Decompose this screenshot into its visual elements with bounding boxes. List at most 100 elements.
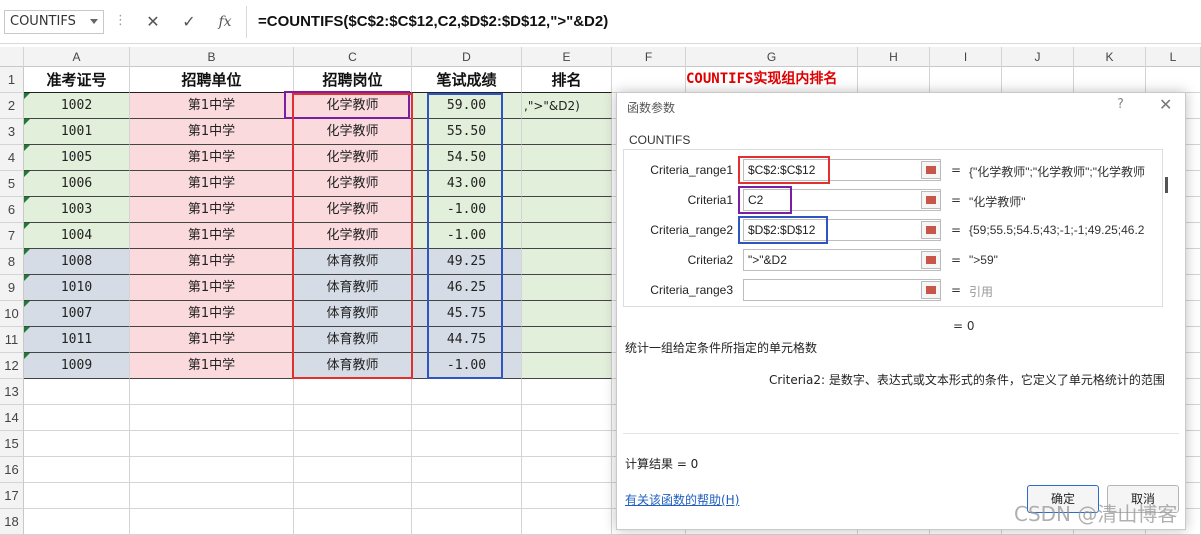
post-cell[interactable]: 化学教师 <box>294 119 412 145</box>
empty-cell[interactable] <box>24 379 130 405</box>
score-cell[interactable]: -1.00 <box>412 223 522 249</box>
rank-cell[interactable]: ,">"&D2) <box>522 93 612 119</box>
row-header-18[interactable]: 18 <box>0 509 24 535</box>
row-header-8[interactable]: 8 <box>0 249 24 275</box>
empty-cell[interactable] <box>294 509 412 535</box>
post-cell[interactable]: 体育教师 <box>294 301 412 327</box>
empty-cell[interactable] <box>412 431 522 457</box>
arg-input-2[interactable]: C2 <box>743 189 941 211</box>
score-cell[interactable]: 45.75 <box>412 301 522 327</box>
score-cell[interactable]: 46.25 <box>412 275 522 301</box>
post-cell[interactable]: 化学教师 <box>294 93 412 119</box>
row-header-14[interactable]: 14 <box>0 405 24 431</box>
unit-cell[interactable]: 第1中学 <box>130 327 294 353</box>
unit-cell[interactable]: 第1中学 <box>130 119 294 145</box>
id-cell[interactable]: 1003 <box>24 197 130 223</box>
unit-cell[interactable]: 第1中学 <box>130 171 294 197</box>
id-cell[interactable]: 1009 <box>24 353 130 379</box>
rank-cell[interactable] <box>522 197 612 223</box>
arg-input-1[interactable]: $C$2:$C$12 <box>743 159 941 181</box>
empty-cell[interactable] <box>412 379 522 405</box>
rank-cell[interactable] <box>522 119 612 145</box>
empty-cell[interactable] <box>612 67 686 93</box>
collapse-dialog-icon[interactable] <box>921 161 941 179</box>
score-cell[interactable]: 49.25 <box>412 249 522 275</box>
header-cell-b[interactable]: 招聘单位 <box>130 67 294 93</box>
unit-cell[interactable]: 第1中学 <box>130 275 294 301</box>
empty-cell[interactable] <box>412 457 522 483</box>
empty-cell[interactable] <box>24 405 130 431</box>
empty-cell[interactable] <box>24 483 130 509</box>
rank-cell[interactable] <box>522 275 612 301</box>
empty-cell[interactable] <box>24 457 130 483</box>
id-cell[interactable]: 1006 <box>24 171 130 197</box>
row-header-5[interactable]: 5 <box>0 171 24 197</box>
collapse-dialog-icon[interactable] <box>921 221 941 239</box>
row-header-9[interactable]: 9 <box>0 275 24 301</box>
empty-cell[interactable] <box>522 509 612 535</box>
row-header-13[interactable]: 13 <box>0 379 24 405</box>
unit-cell[interactable]: 第1中学 <box>130 93 294 119</box>
empty-cell[interactable] <box>522 405 612 431</box>
empty-cell[interactable] <box>930 67 1002 93</box>
header-cell-e[interactable]: 排名 <box>522 67 612 93</box>
id-cell[interactable]: 1005 <box>24 145 130 171</box>
row-header-15[interactable]: 15 <box>0 431 24 457</box>
empty-cell[interactable] <box>294 405 412 431</box>
empty-cell[interactable] <box>130 379 294 405</box>
row-header-10[interactable]: 10 <box>0 301 24 327</box>
row-header-1[interactable]: 1 <box>0 67 24 93</box>
post-cell[interactable]: 化学教师 <box>294 197 412 223</box>
arg-input-5[interactable] <box>743 279 941 301</box>
row-header-11[interactable]: 11 <box>0 327 24 353</box>
empty-cell[interactable] <box>412 483 522 509</box>
row-header-16[interactable]: 16 <box>0 457 24 483</box>
rank-cell[interactable] <box>522 353 612 379</box>
empty-cell[interactable] <box>130 405 294 431</box>
post-cell[interactable]: 体育教师 <box>294 275 412 301</box>
empty-cell[interactable] <box>24 431 130 457</box>
empty-cell[interactable] <box>1146 67 1201 93</box>
empty-cell[interactable] <box>412 509 522 535</box>
post-cell[interactable]: 化学教师 <box>294 145 412 171</box>
collapse-dialog-icon[interactable] <box>921 251 941 269</box>
empty-cell[interactable] <box>294 379 412 405</box>
rank-cell[interactable] <box>522 249 612 275</box>
score-cell[interactable]: 55.50 <box>412 119 522 145</box>
empty-cell[interactable] <box>130 431 294 457</box>
close-icon[interactable]: ✕ <box>1159 95 1172 114</box>
row-header-12[interactable]: 12 <box>0 353 24 379</box>
rank-cell[interactable] <box>522 301 612 327</box>
arg-input-3[interactable]: $D$2:$D$12 <box>743 219 941 241</box>
score-cell[interactable]: 43.00 <box>412 171 522 197</box>
rank-cell[interactable] <box>522 171 612 197</box>
row-header-2[interactable]: 2 <box>0 93 24 119</box>
empty-cell[interactable] <box>24 509 130 535</box>
row-header-7[interactable]: 7 <box>0 223 24 249</box>
id-cell[interactable]: 1007 <box>24 301 130 327</box>
row-header-17[interactable]: 17 <box>0 483 24 509</box>
empty-cell[interactable] <box>858 67 930 93</box>
empty-cell[interactable] <box>1002 67 1074 93</box>
empty-cell[interactable] <box>294 431 412 457</box>
score-cell[interactable]: 59.00 <box>412 93 522 119</box>
post-cell[interactable]: 体育教师 <box>294 327 412 353</box>
score-cell[interactable]: 44.75 <box>412 327 522 353</box>
collapse-dialog-icon[interactable] <box>921 281 941 299</box>
post-cell[interactable]: 化学教师 <box>294 223 412 249</box>
function-help-link[interactable]: 有关该函数的帮助(H) <box>625 491 739 508</box>
unit-cell[interactable]: 第1中学 <box>130 223 294 249</box>
rank-cell[interactable] <box>522 223 612 249</box>
empty-cell[interactable] <box>522 431 612 457</box>
arguments-scrollbar[interactable] <box>1165 177 1168 193</box>
collapse-dialog-icon[interactable] <box>921 191 941 209</box>
empty-cell[interactable] <box>412 405 522 431</box>
rank-cell[interactable] <box>522 327 612 353</box>
id-cell[interactable]: 1011 <box>24 327 130 353</box>
score-cell[interactable]: -1.00 <box>412 197 522 223</box>
score-cell[interactable]: -1.00 <box>412 353 522 379</box>
score-cell[interactable]: 54.50 <box>412 145 522 171</box>
id-cell[interactable]: 1008 <box>24 249 130 275</box>
id-cell[interactable]: 1001 <box>24 119 130 145</box>
empty-cell[interactable] <box>130 483 294 509</box>
